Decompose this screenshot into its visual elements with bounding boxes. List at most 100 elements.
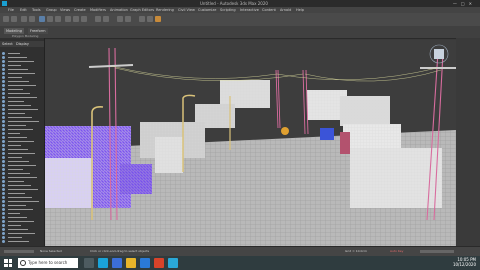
visibility-icon[interactable] — [2, 168, 5, 171]
visibility-icon[interactable] — [2, 104, 5, 107]
undo-icon[interactable] — [3, 16, 9, 22]
scene-list-item[interactable] — [2, 64, 42, 67]
visibility-icon[interactable] — [2, 96, 5, 99]
windows-start-icon[interactable] — [4, 259, 12, 267]
scene-list-item[interactable] — [2, 124, 42, 127]
scene-list-item[interactable] — [2, 156, 42, 159]
visibility-icon[interactable] — [2, 108, 5, 111]
blue-object[interactable] — [320, 128, 334, 140]
visibility-icon[interactable] — [2, 144, 5, 147]
scene-list-item[interactable] — [2, 196, 42, 199]
system-tray-clock[interactable]: 10:05 PM 10/12/2020 — [453, 257, 476, 267]
window-controls[interactable]: —□✕ — [453, 1, 476, 6]
scene-list-item[interactable] — [2, 116, 42, 119]
visibility-icon[interactable] — [2, 196, 5, 199]
scene-list-item[interactable] — [2, 216, 42, 219]
scene-list-item[interactable] — [2, 56, 42, 59]
chrome-icon[interactable] — [154, 258, 164, 268]
visibility-icon[interactable] — [2, 76, 5, 79]
visibility-icon[interactable] — [2, 64, 5, 67]
visibility-icon[interactable] — [2, 212, 5, 215]
scene-list-item[interactable] — [2, 236, 42, 239]
visibility-icon[interactable] — [2, 232, 5, 235]
scene-list-item[interactable] — [2, 112, 42, 115]
visibility-icon[interactable] — [2, 56, 5, 59]
edge-icon[interactable] — [112, 258, 122, 268]
unlink-icon[interactable] — [29, 16, 35, 22]
scene-list-item[interactable] — [2, 60, 42, 63]
render-setup-icon[interactable] — [147, 16, 153, 22]
mirror-icon[interactable] — [117, 16, 123, 22]
visibility-icon[interactable] — [2, 84, 5, 87]
visibility-icon[interactable] — [2, 112, 5, 115]
scene-list-item[interactable] — [2, 220, 42, 223]
scene-list-item[interactable] — [2, 180, 42, 183]
scene-list-item[interactable] — [2, 224, 42, 227]
visibility-icon[interactable] — [2, 80, 5, 83]
taskbar-search[interactable]: Type here to search — [18, 258, 78, 268]
material-editor-icon[interactable] — [139, 16, 145, 22]
scene-list-item[interactable] — [2, 232, 42, 235]
maxscript-listener[interactable] — [4, 250, 34, 253]
tab-select[interactable]: Select — [2, 41, 13, 47]
visibility-icon[interactable] — [2, 124, 5, 127]
visibility-icon[interactable] — [2, 204, 5, 207]
scene-list-item[interactable] — [2, 212, 42, 215]
visibility-icon[interactable] — [2, 240, 5, 243]
scene-list-item[interactable] — [2, 100, 42, 103]
scene-list-item[interactable] — [2, 132, 42, 135]
visibility-icon[interactable] — [2, 52, 5, 55]
scene-list-item[interactable] — [2, 92, 42, 95]
scene-list-item[interactable] — [2, 240, 42, 243]
scene-list-item[interactable] — [2, 152, 42, 155]
scene-list-item[interactable] — [2, 140, 42, 143]
visibility-icon[interactable] — [2, 208, 5, 211]
visibility-icon[interactable] — [2, 128, 5, 131]
visibility-icon[interactable] — [2, 60, 5, 63]
link-icon[interactable] — [21, 16, 27, 22]
scene-list-item[interactable] — [2, 164, 42, 167]
visibility-icon[interactable] — [2, 100, 5, 103]
visibility-icon[interactable] — [2, 220, 5, 223]
visibility-icon[interactable] — [2, 116, 5, 119]
scene-list-item[interactable] — [2, 172, 42, 175]
select-by-name-icon[interactable] — [47, 16, 53, 22]
scene-list-item[interactable] — [2, 52, 42, 55]
visibility-icon[interactable] — [2, 120, 5, 123]
visibility-icon[interactable] — [2, 140, 5, 143]
visibility-icon[interactable] — [2, 92, 5, 95]
visibility-icon[interactable] — [2, 152, 5, 155]
perspective-viewport[interactable] — [45, 40, 456, 246]
visibility-icon[interactable] — [2, 236, 5, 239]
tab-display[interactable]: Display — [16, 41, 29, 47]
render-icon[interactable] — [155, 16, 161, 22]
visibility-icon[interactable] — [2, 228, 5, 231]
visibility-icon[interactable] — [2, 188, 5, 191]
scene-list-item[interactable] — [2, 128, 42, 131]
visibility-icon[interactable] — [2, 180, 5, 183]
visibility-icon[interactable] — [2, 156, 5, 159]
scene-list-item[interactable] — [2, 192, 42, 195]
redo-icon[interactable] — [11, 16, 17, 22]
scene-list-item[interactable] — [2, 204, 42, 207]
rotate-icon[interactable] — [73, 16, 79, 22]
visibility-icon[interactable] — [2, 136, 5, 139]
scene-list-item[interactable] — [2, 68, 42, 71]
visibility-icon[interactable] — [2, 88, 5, 91]
scene-list-item[interactable] — [2, 96, 42, 99]
visibility-icon[interactable] — [2, 224, 5, 227]
3dsmax-taskbar-icon[interactable] — [98, 258, 108, 268]
select-icon[interactable] — [39, 16, 45, 22]
task-view-icon[interactable] — [84, 258, 94, 268]
scene-list-item[interactable] — [2, 108, 42, 111]
scene-list-item[interactable] — [2, 76, 42, 79]
scene-list-item[interactable] — [2, 200, 42, 203]
scene-list-item[interactable] — [2, 72, 42, 75]
scene-list-item[interactable] — [2, 184, 42, 187]
visibility-icon[interactable] — [2, 148, 5, 151]
visibility-icon[interactable] — [2, 184, 5, 187]
scene-list-item[interactable] — [2, 168, 42, 171]
visibility-icon[interactable] — [2, 160, 5, 163]
red-stair[interactable] — [340, 132, 350, 154]
scene-list-item[interactable] — [2, 120, 42, 123]
